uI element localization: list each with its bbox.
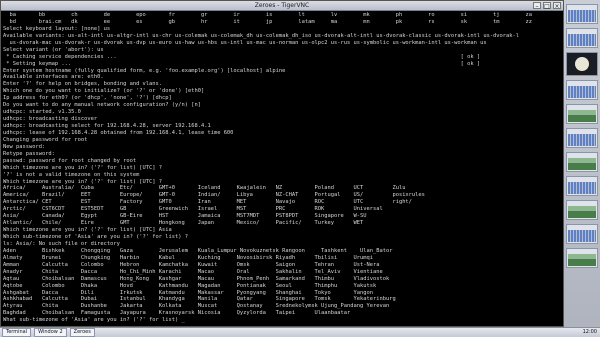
window-controls: – □ × (533, 2, 561, 10)
window-title: Zeroes - TigerVNC (254, 2, 310, 9)
terminal-line: Which timezone are you in? ('?' for list… (3, 164, 163, 171)
terminal-line: Enter '?' for help on bridges, bonding a… (3, 81, 163, 88)
moon-icon (566, 52, 598, 76)
terminal-line: Almaty Brunei Chungking Harbin Kabul Kuc… (3, 254, 373, 261)
terminal-line: Available variants: us-alt-intl us-altgr… (3, 32, 520, 39)
taskbar-item[interactable]: Window 2 (34, 328, 67, 337)
memory-graph-widget (566, 28, 598, 48)
terminal-output[interactable]: ba bb ch de epo fr gr ir is lt lv mk ph … (3, 12, 561, 324)
taskbar: Terminal Window 2 Zeroes 12:00 (0, 327, 600, 337)
terminal-line: Ashgabat Dacca Dili Irkutsk Katmandu Mak… (3, 289, 373, 296)
terminal-line: Baghdad Choibalsan Famagusta Jayapura Kr… (3, 310, 351, 317)
terminal-line: Ashkhabad Calcutta Dubai Istanbul Khandy… (3, 296, 396, 303)
terminal-line: ls: Asia/: No such file or directory (3, 240, 120, 247)
window-titlebar[interactable]: Zeroes - TigerVNC – □ × (1, 1, 563, 11)
terminal-line: Select variant (or 'abort'): us (3, 46, 104, 53)
terminal-line: Which sub-timezone of 'Asia' are you in?… (3, 234, 188, 240)
swap-graph-widget (566, 152, 598, 172)
terminal-line: Asia/ Canada/ Egypt GB-Eire HST Jamaica … (3, 213, 367, 220)
terminal-line: Aden Bishkek Chongqing Gaza Jerusalem Ku… (3, 247, 393, 254)
terminal-line: New password: (3, 143, 46, 150)
io-graph-widget (566, 224, 598, 244)
load-graph-widget (566, 104, 598, 124)
terminal-line: bd brai.cm dk ee es gb hr it jp latam ma… (3, 18, 533, 25)
desktop-widgets (566, 4, 598, 272)
terminal-line: Available interfaces are: eth0. (3, 74, 104, 81)
terminal-line: * Setting keymap ... [ ok ] (3, 60, 481, 67)
terminal-line: Retype password: (3, 150, 55, 157)
terminal-line: Aqtobe Colombo Dhaka Hovd Kathmandu Maga… (3, 282, 377, 289)
taskbar-item[interactable]: Terminal (2, 328, 32, 337)
extra-graph-widget (566, 248, 598, 268)
terminal-line: Which timezone are you in? ('?' for list… (3, 227, 172, 234)
terminal-line: Aqtau Choibalsan Damascus Hong_Kong Kash… (3, 275, 390, 282)
taskbar-item[interactable]: Zeroes (69, 328, 95, 337)
terminal-line: Do you want to do any manual network con… (3, 102, 201, 109)
network-graph-widget (566, 80, 598, 100)
terminal-line: udhcpc: lease of 192.168.4.28 obtained f… (3, 129, 234, 136)
terminal-line: * Caching service dependencies ... [ ok … (3, 53, 481, 60)
cpu-graph-widget (566, 4, 598, 24)
terminal-line: Which timezone are you in? ('?' for list… (3, 178, 163, 185)
terminal-line: Which one do you want to initialize? (or… (3, 88, 205, 95)
disk-graph-widget (566, 128, 598, 148)
terminal-line: Anadyr Chita Dacca Ho_Chi_Minh Karachi M… (3, 268, 383, 275)
terminal-line: What sub-timezone of 'Asia' are you in? … (3, 317, 185, 324)
terminal-window[interactable]: Zeroes - TigerVNC – □ × ba bb ch de epo … (0, 0, 564, 327)
terminal-line: Select keyboard layout: [none] us (3, 25, 111, 32)
terminal-line: udhcpc: broadcasting select for 192.168.… (3, 123, 211, 129)
terminal-line: udhcpc: started, v1.35.0 (3, 109, 81, 116)
terminal-line: Atyrau Chita Dushanbe Jakarta Kolkata Mu… (3, 303, 390, 310)
terminal-line: Antarctica/ CET EST Factory GMT0 Iran ME… (3, 199, 412, 206)
terminal-line: Ip address for eth0? (or 'dhcp', 'none',… (3, 95, 172, 102)
terminal-line: Arctic/ CST6CDT EST5EDT GB Greenwich Isr… (3, 206, 383, 213)
minimize-icon[interactable]: – (533, 2, 541, 10)
temp-graph-widget (566, 176, 598, 196)
terminal-line: udhcpc: broadcasting discover (3, 116, 98, 123)
battery-graph-widget (566, 200, 598, 220)
maximize-icon[interactable]: □ (543, 2, 551, 10)
terminal-line: us-dvorak-mac us-dvorak-r us-dvorak us-d… (3, 39, 487, 46)
close-icon[interactable]: × (553, 2, 561, 10)
terminal-line: Enter system hostname (fully qualified f… (3, 67, 286, 74)
terminal-line: Amman Calcutta Colombo Hebron Kamchatka … (3, 261, 380, 268)
terminal-line: passwd: password for root changed by roo… (3, 157, 137, 164)
clock[interactable]: 12:00 (583, 329, 597, 336)
terminal-line: ba bb ch de epo fr gr ir is lt lv mk ph … (3, 12, 533, 18)
terminal-line: America/ Brazil/ EET Europe/ GMT-0 India… (3, 192, 425, 199)
terminal-line: Changing password for root (3, 136, 88, 143)
terminal-line: '?' is not a valid timezone on this syst… (3, 171, 140, 178)
terminal-line: Atlantic/ Chile/ Eire GMT Hongkong Japan… (3, 220, 364, 227)
terminal-line: Africa/ Australia/ Cuba Etc/ GMT+0 Icela… (3, 185, 406, 192)
